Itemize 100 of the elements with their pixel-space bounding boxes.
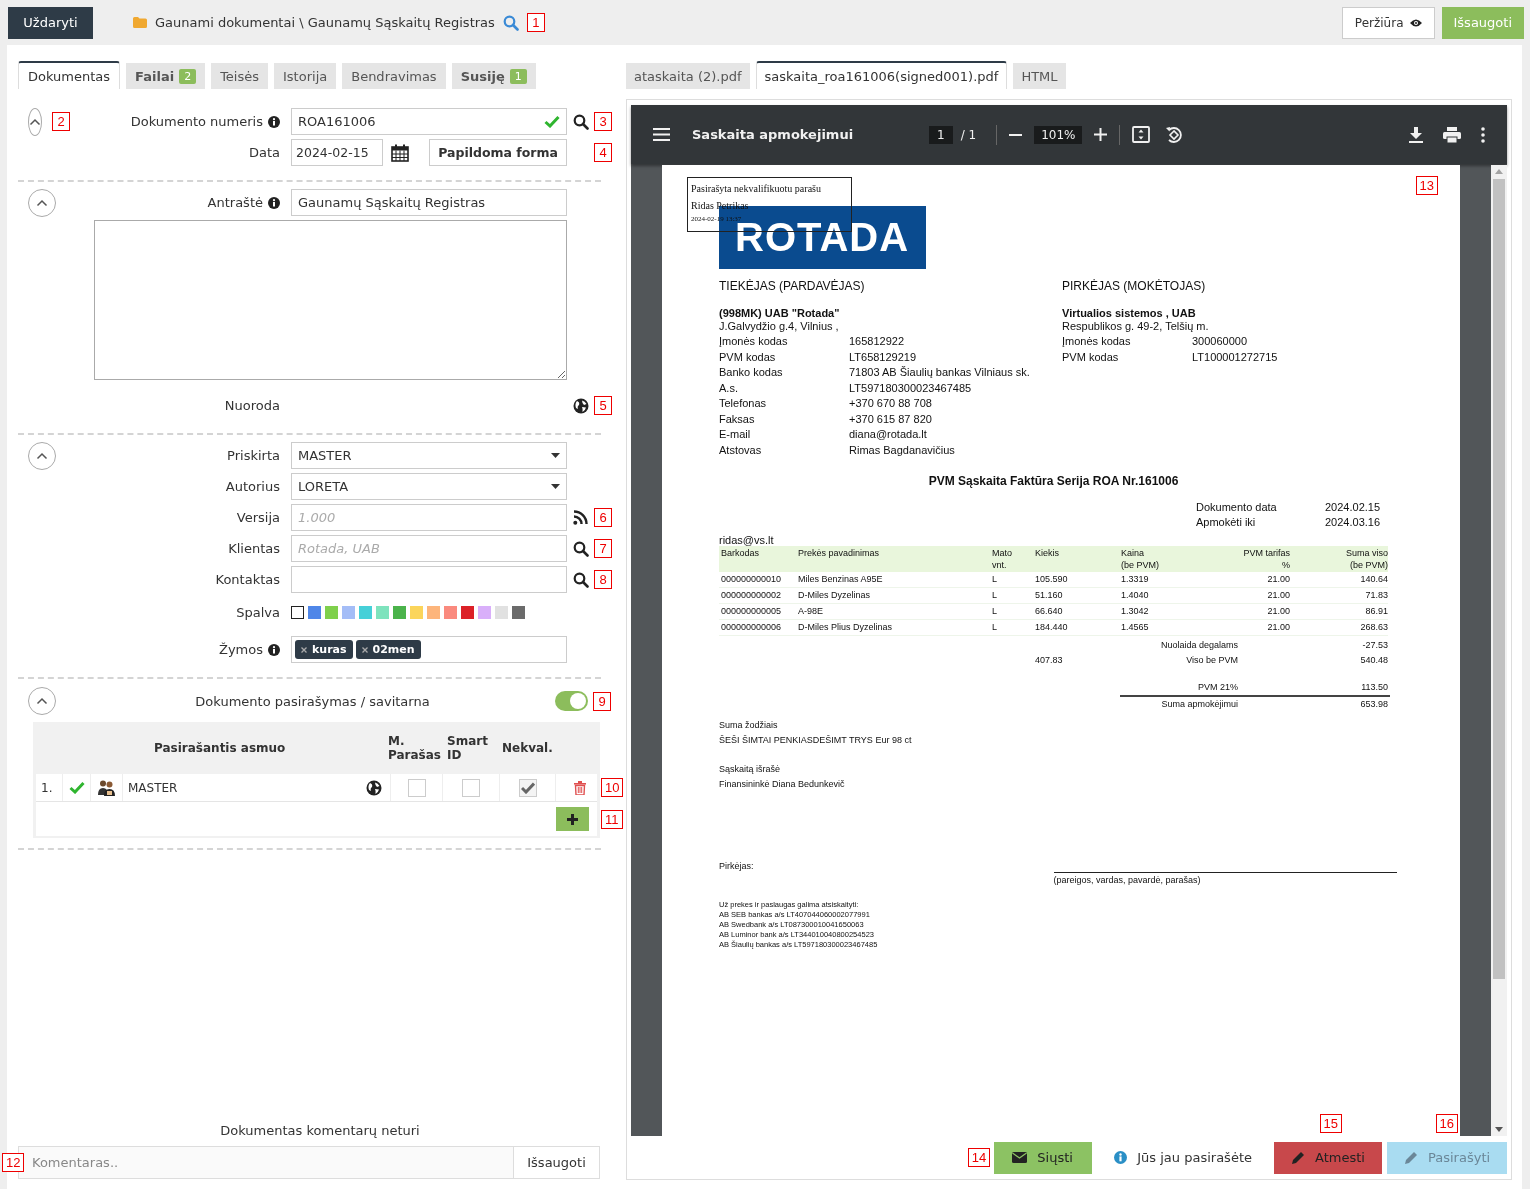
document-title: Saskaita apmokejimui [692,127,855,142]
search-icon[interactable] [572,113,589,130]
color-swatch[interactable] [444,606,457,619]
signature-line: (pareigos, vardas, pavardė, parašas) [1053,871,1397,886]
color-swatch[interactable] [308,606,321,619]
feed-icon[interactable] [573,510,588,525]
checkbox[interactable] [462,778,480,797]
dropdown[interactable]: LORETA [291,473,567,500]
tab[interactable]: Dokumentas [18,61,121,89]
send-button[interactable]: Siųsti [994,1141,1093,1174]
extra-form-button[interactable]: Papildoma forma [429,139,567,166]
table-cell-text: D-Miles Plius Dyzelinas [798,620,894,634]
checkbox[interactable] [518,778,537,797]
table-cell-text: 21.00 [1266,604,1290,618]
callout-number: 16 [1435,1114,1458,1133]
table-cell-text: D-Miles Dyzelinas [798,588,871,602]
tag-chip[interactable]: kuras [295,640,353,659]
zoom-out-icon[interactable] [1009,133,1023,136]
arrow-up-icon[interactable] [1495,169,1503,174]
color-swatch[interactable] [478,606,491,619]
print-icon[interactable] [1443,126,1461,143]
section-title: Dokumento pasirašymas / savitarna [194,693,431,709]
chevron-up-icon[interactable] [36,451,48,460]
calendar-icon[interactable] [391,143,409,162]
preview-button[interactable]: Peržiūra [1341,6,1435,39]
page-number-field[interactable]: 1 [929,125,953,144]
input-field[interactable]: 1.000 [291,504,567,531]
input-field[interactable]: Rotada, UAB [291,535,567,562]
tab[interactable]: Bendravimas [342,63,446,89]
color-swatch[interactable] [512,606,525,619]
scrollbar[interactable] [1491,165,1507,1136]
zoom-field[interactable]: 101% [1034,125,1083,144]
input-field[interactable]: ROA161006 [291,108,567,135]
color-swatch[interactable] [359,606,372,619]
color-swatch[interactable] [461,606,474,619]
column-header: Kiekis [1035,546,1060,559]
column-header: Barkodas [721,546,761,559]
tab[interactable]: Susiję 1 [451,63,536,89]
more-icon[interactable] [1481,126,1485,143]
file-tab[interactable]: saskaita_roa161006(signed001).pdf [755,61,1008,89]
total-value: 540.48 [1359,653,1389,667]
field-label: Data [248,145,280,160]
tag-chip[interactable]: 02men [355,640,421,659]
table-cell-text: L [992,588,998,602]
remove-icon[interactable] [361,646,368,653]
info-icon [268,115,280,128]
file-tab[interactable]: ataskaita (2).pdf [626,63,750,89]
zoom-in-icon[interactable] [1094,128,1108,141]
add-button[interactable] [556,807,589,831]
trash-icon[interactable] [573,780,586,795]
rotate-icon[interactable] [1165,125,1184,144]
chevron-up-icon[interactable] [36,697,48,705]
count-badge: 2 [179,68,197,84]
color-swatch[interactable] [427,606,440,619]
color-swatch[interactable] [393,606,406,619]
table-cell-text: 000000000002 [721,588,783,602]
download-icon[interactable] [1409,126,1423,143]
table-cell-text: 000000000010 [721,572,783,586]
arrow-down-icon[interactable] [1495,1127,1503,1132]
color-swatch[interactable] [342,606,355,619]
checkbox[interactable] [407,778,426,797]
callout-number: 3 [594,112,612,131]
input-field[interactable] [291,566,567,593]
breadcrumb[interactable]: Gaunami dokumentai \ Gaunamų Sąskaitų Registras [155,15,495,30]
tab[interactable]: Teisės [211,63,268,89]
search-icon[interactable] [572,540,589,557]
total-label: PVM 21% [1196,680,1239,694]
column-header: Mato vnt. [992,546,1013,571]
detail-label: A.s. [719,380,739,396]
callout-number: 15 [1319,1114,1342,1133]
globe-icon[interactable] [366,779,382,796]
tags-field[interactable]: kuras 02men [291,636,567,663]
chevron-up-icon[interactable] [36,198,48,207]
input-field[interactable]: Gaunamų Sąskaitų Registras [291,189,567,216]
total-value: 653.98 [1290,694,1390,712]
file-tab[interactable]: HTML [1013,63,1066,89]
detail-value: diana@rotada.lt [849,427,927,442]
color-swatch[interactable] [325,606,338,619]
dropdown[interactable]: MASTER [291,442,567,469]
detail-label: Telefonas [719,396,768,411]
search-icon[interactable] [572,571,589,588]
remove-icon[interactable] [301,646,307,653]
issuer-name: Finansininkė Diana Bedunkevič [719,777,846,791]
words-value: ŠEŠI ŠIMTAI PENKIASDEŠIMT TRYS Eur 98 ct [719,733,913,747]
close-button[interactable]: Uždaryti [8,6,93,39]
color-swatch[interactable] [495,606,508,619]
toggle-switch[interactable] [555,691,588,711]
globe-icon[interactable] [572,397,589,414]
menu-icon[interactable] [653,128,670,141]
detail-label: PVM kodas [719,349,777,365]
date-field[interactable]: 2024-02-15 [291,139,383,166]
color-swatch[interactable] [291,606,304,619]
table-cell-text: L [992,604,998,618]
color-swatch[interactable] [410,606,423,619]
color-swatch[interactable] [376,606,389,619]
fit-page-icon[interactable] [1132,126,1151,143]
chevron-up-icon[interactable] [29,117,41,126]
tab[interactable]: Istorija [274,63,337,89]
caret-icon [551,453,560,458]
tab[interactable]: Failai 2 [126,63,206,89]
